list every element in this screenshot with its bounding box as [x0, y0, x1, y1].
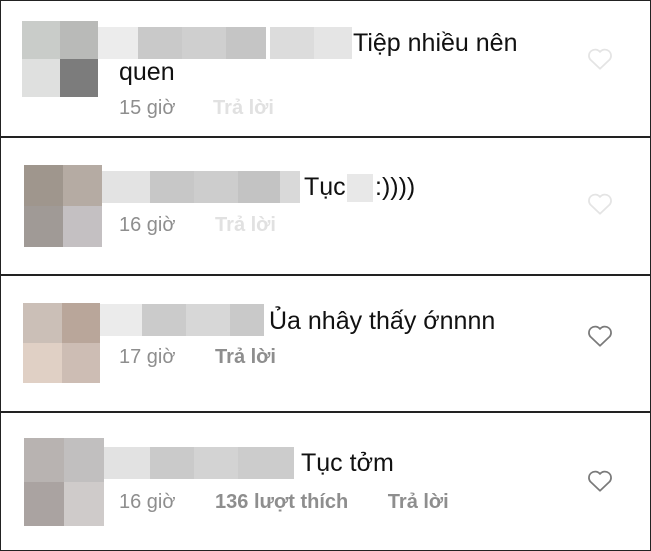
- comment-meta: 17 giờ Trả lời: [119, 346, 276, 369]
- heart-icon[interactable]: [587, 47, 613, 71]
- username-pixelated[interactable]: [104, 447, 294, 479]
- reply-button[interactable]: Trả lời: [215, 346, 276, 368]
- comment-text: Ủa nhây thấy ớnnnn: [269, 307, 496, 335]
- comment-item: Tiệp nhiều nên quen 15 giờ Trả lời: [1, 1, 650, 137]
- avatar-pixelated[interactable]: [24, 165, 102, 247]
- comment-item: Tục tởm 16 giờ 136 lượt thích Trả lời: [1, 413, 650, 549]
- heart-icon[interactable]: [587, 469, 613, 493]
- username-pixelated[interactable]: [98, 27, 352, 59]
- comment-meta: 16 giờ 136 lượt thích Trả lời: [119, 491, 449, 514]
- reply-button[interactable]: Trả lời: [388, 491, 449, 513]
- heart-icon[interactable]: [587, 324, 613, 348]
- comment-text-cont: :)))): [375, 173, 416, 201]
- heart-icon[interactable]: [587, 192, 613, 216]
- avatar-pixelated[interactable]: [24, 438, 104, 526]
- username-pixelated[interactable]: [102, 171, 300, 203]
- comment-text-cont: quen: [119, 58, 175, 86]
- comment-item: Tục :)))) 16 giờ Trả lời: [1, 138, 650, 274]
- word-pixelated: [347, 174, 373, 202]
- comment-time: 15 giờ: [119, 97, 176, 119]
- reply-button[interactable]: Trả lời: [213, 97, 274, 119]
- comment-time: 17 giờ: [119, 346, 176, 368]
- reply-button[interactable]: Trả lời: [215, 214, 276, 236]
- comment-meta: 16 giờ Trả lời: [119, 214, 276, 237]
- comment-text: Tục: [304, 173, 346, 201]
- comment-meta: 15 giờ Trả lời: [119, 97, 274, 120]
- likes-count[interactable]: 136 lượt thích: [215, 491, 348, 513]
- avatar-pixelated[interactable]: [23, 303, 100, 383]
- avatar-pixelated[interactable]: [22, 21, 98, 97]
- comment-time: 16 giờ: [119, 491, 176, 513]
- comment-text: Tiệp nhiều nên: [353, 29, 518, 57]
- comment-time: 16 giờ: [119, 214, 176, 236]
- comment-item: Ủa nhây thấy ớnnnn 17 giờ Trả lời: [1, 276, 650, 412]
- comment-text: Tục tởm: [301, 449, 394, 477]
- username-pixelated[interactable]: [100, 304, 264, 336]
